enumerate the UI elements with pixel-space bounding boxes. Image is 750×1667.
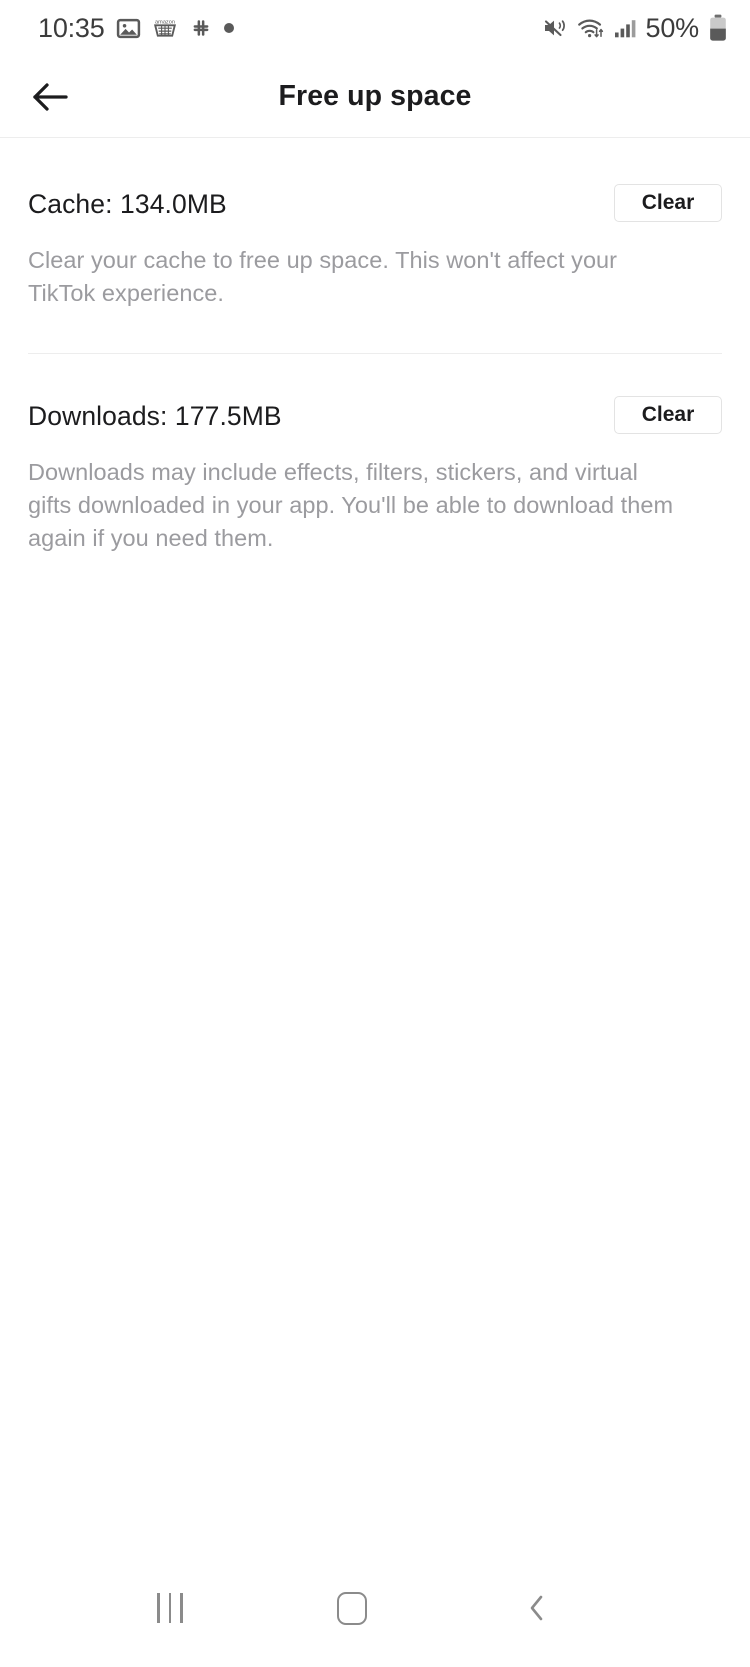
clear-cache-button[interactable]: Clear bbox=[614, 184, 722, 222]
arrow-left-icon bbox=[30, 81, 70, 113]
status-bar: 10:35 amazon 50% bbox=[0, 0, 750, 56]
amazon-cart-icon: amazon bbox=[152, 16, 178, 40]
settings-content: Cache: 134.0MB Clear Clear your cache to… bbox=[0, 138, 750, 554]
battery-icon bbox=[708, 14, 728, 42]
status-bar-left: 10:35 amazon bbox=[38, 12, 234, 43]
battery-percent-label: 50% bbox=[645, 12, 700, 43]
nav-back-button[interactable] bbox=[497, 1578, 577, 1638]
wifi-icon bbox=[577, 17, 604, 39]
notification-dot-icon bbox=[223, 23, 234, 33]
status-time: 10:35 bbox=[38, 12, 105, 43]
mute-vibrate-icon bbox=[542, 17, 568, 39]
cache-title: Cache: 134.0MB bbox=[28, 189, 227, 219]
spacer-above-divider bbox=[0, 309, 750, 353]
cellular-signal-icon bbox=[613, 17, 637, 39]
downloads-title: Downloads: 177.5MB bbox=[28, 401, 282, 432]
home-icon bbox=[337, 1591, 367, 1625]
back-chevron-icon bbox=[525, 1592, 549, 1624]
android-navigation-bar bbox=[0, 1549, 750, 1667]
clear-downloads-button[interactable]: Clear bbox=[614, 396, 722, 435]
recents-icon bbox=[157, 1593, 183, 1623]
section-downloads: Downloads: 177.5MB Clear Downloads may i… bbox=[0, 354, 750, 554]
app-header: Free up space bbox=[0, 56, 750, 137]
cache-header-row: Cache: 134.0MB Clear bbox=[28, 184, 722, 230]
page-title: Free up space bbox=[278, 80, 472, 112]
cache-description: Clear your cache to free up space. This … bbox=[28, 247, 618, 306]
section-cache: Cache: 134.0MB Clear Clear your cache to… bbox=[0, 138, 750, 309]
downloads-header-row: Downloads: 177.5MB Clear bbox=[28, 396, 722, 442]
phone-screen: 10:35 amazon 50% Free up space Cache: 13… bbox=[0, 0, 750, 1667]
status-bar-right: 50% bbox=[542, 13, 728, 44]
home-button[interactable] bbox=[312, 1578, 392, 1638]
slack-icon bbox=[189, 16, 213, 40]
photo-icon bbox=[116, 16, 141, 41]
back-button[interactable] bbox=[24, 71, 76, 123]
downloads-description: Downloads may include effects, filters, … bbox=[28, 459, 674, 551]
recents-button[interactable] bbox=[130, 1578, 210, 1638]
